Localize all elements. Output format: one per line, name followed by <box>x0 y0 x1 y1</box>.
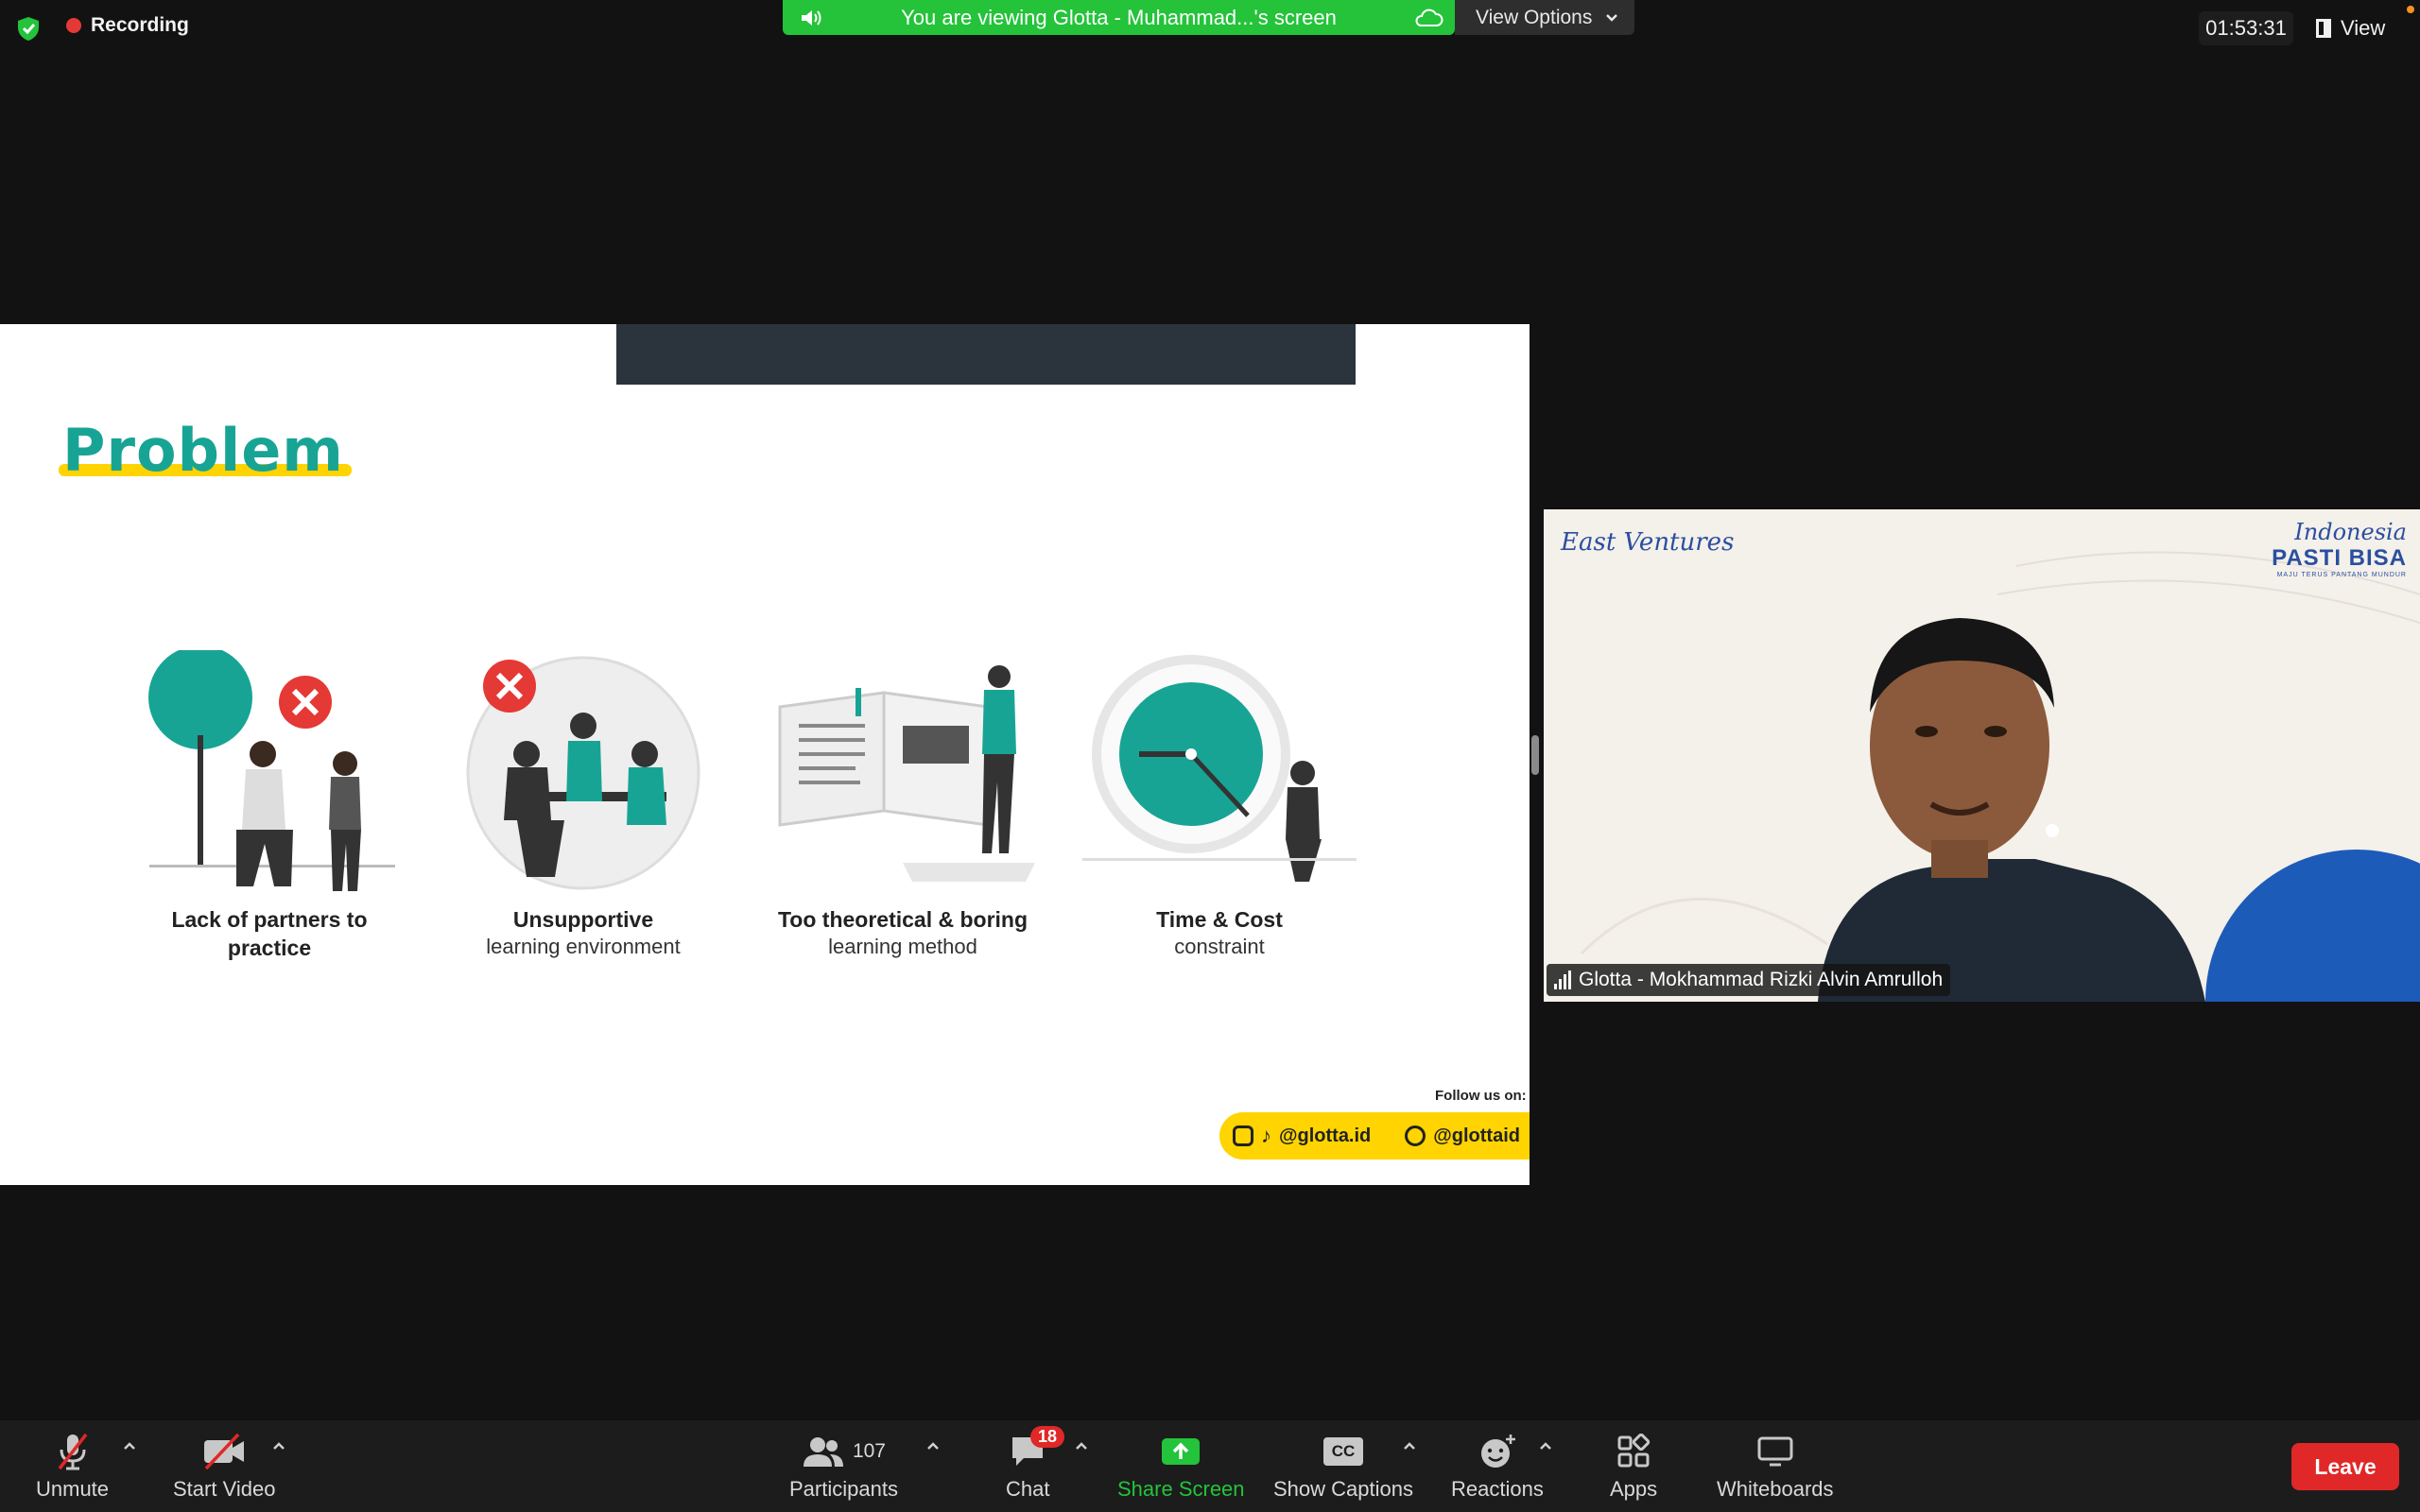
participant-name-tag: Glotta - Mokhammad Rizki Alvin Amrulloh <box>1547 964 1951 996</box>
recording-dot-icon <box>66 18 81 33</box>
problem-sub-environment: learning environment <box>486 935 681 958</box>
participants-label: Participants <box>789 1477 898 1501</box>
participants-icon-group: 107 <box>802 1430 886 1473</box>
signal-strength-icon <box>1554 971 1571 989</box>
logo-script: Indonesia <box>2294 519 2407 545</box>
slide-title: Problem <box>62 416 344 485</box>
apps-label: Apps <box>1610 1477 1658 1501</box>
whiteboards-label: Whiteboards <box>1717 1477 1834 1501</box>
slide-header-bar <box>616 324 1356 385</box>
chat-unread-badge: 18 <box>1030 1426 1065 1448</box>
status-dot <box>2407 6 2414 13</box>
chat-label: Chat <box>1006 1477 1050 1501</box>
viewing-banner: You are viewing Glotta - Muhammad...'s s… <box>783 0 1455 35</box>
share-screen-label: Share Screen <box>1117 1477 1245 1501</box>
apps-icon <box>1616 1430 1651 1473</box>
problem-item-partners: Lack of partners to practice <box>123 650 416 962</box>
audio-options-caret-icon[interactable] <box>123 1439 136 1452</box>
problem-item-time-cost: Time & Cost constraint <box>1073 650 1366 960</box>
participants-icon <box>803 1437 843 1467</box>
apps-button[interactable]: Apps <box>1610 1430 1657 1502</box>
view-options-button[interactable]: View Options <box>1455 0 1634 35</box>
leave-button[interactable]: Leave <box>2291 1443 2399 1490</box>
shared-screen: Problem Lack of partners to practice Uns… <box>0 324 1530 1185</box>
environment-illustration <box>466 656 700 890</box>
instagram-icon <box>1233 1125 1253 1146</box>
show-captions-label: Show Captions <box>1273 1477 1413 1501</box>
view-options-label: View Options <box>1476 6 1593 28</box>
view-label: View <box>2341 16 2386 40</box>
follow-us-label: Follow us on: <box>1435 1088 1527 1104</box>
meeting-toolbar: Unmute Start Video 107 Participants Chat… <box>0 1420 2420 1512</box>
captions-options-caret-icon[interactable] <box>1403 1439 1416 1452</box>
cloud-icon <box>1415 9 1443 26</box>
problem-item-theoretical: Too theoretical & boring learning method <box>756 650 1049 960</box>
share-screen-icon <box>1160 1430 1201 1473</box>
start-video-label: Start Video <box>173 1477 276 1501</box>
indonesia-pasti-bisa-logo: Indonesia PASTI BISA MAJU TERUS PANTANG … <box>2272 519 2407 578</box>
speaker-video-tile[interactable]: East Ventures Indonesia PASTI BISA MAJU … <box>1544 509 2420 1002</box>
participants-button[interactable]: 107 Participants <box>789 1430 898 1502</box>
problem-label-environment: Unsupportive <box>512 907 654 932</box>
video-options-caret-icon[interactable] <box>272 1439 285 1452</box>
logo-bold: PASTI BISA <box>2272 545 2407 571</box>
shield-icon[interactable] <box>15 15 42 42</box>
view-layout-icon <box>2316 19 2331 38</box>
participants-count: 107 <box>852 1440 886 1462</box>
panel-resize-handle[interactable] <box>1531 735 1539 775</box>
view-button[interactable]: View <box>2316 11 2385 45</box>
book-illustration <box>778 665 1035 882</box>
reactions-button[interactable]: Reactions <box>1451 1430 1544 1502</box>
captions-icon-text: CC <box>1322 1437 1363 1466</box>
tiktok-icon: ♪ <box>1261 1124 1271 1147</box>
reactions-options-caret-icon[interactable] <box>1539 1439 1552 1452</box>
problem-sub-time-cost: constraint <box>1174 935 1265 958</box>
participant-name: Glotta - Mokhammad Rizki Alvin Amrulloh <box>1579 969 1944 990</box>
partners-illustration <box>148 650 395 891</box>
whiteboard-icon <box>1756 1430 1794 1473</box>
clock-illustration <box>1082 655 1357 882</box>
whiteboards-button[interactable]: Whiteboards <box>1717 1430 1834 1502</box>
problem-label-time-cost: Time & Cost <box>1156 907 1283 932</box>
social-handles: ♪ @glotta.id @glottaid <box>1219 1112 1530 1160</box>
speaker-volume-icon[interactable] <box>800 8 824 28</box>
chat-options-caret-icon[interactable] <box>1075 1439 1088 1452</box>
logo-small: MAJU TERUS PANTANG MUNDUR <box>2276 572 2407 578</box>
reactions-icon <box>1478 1430 1517 1473</box>
recording-indicator[interactable]: Recording <box>66 14 189 37</box>
chat-bubble-icon <box>1405 1125 1426 1146</box>
recording-label: Recording <box>91 14 189 36</box>
unmute-button[interactable]: Unmute <box>36 1430 109 1502</box>
show-captions-button[interactable]: CC Show Captions <box>1273 1430 1413 1502</box>
video-off-icon <box>200 1430 248 1473</box>
viewing-text: You are viewing Glotta - Muhammad...'s s… <box>901 5 1337 29</box>
meeting-timer: 01:53:31 <box>2199 11 2293 45</box>
problem-item-environment: Unsupportive learning environment <box>437 650 730 960</box>
captions-icon: CC <box>1322 1430 1363 1473</box>
problem-label-theoretical: Too theoretical & boring <box>777 907 1028 932</box>
chevron-down-icon <box>1606 13 1618 22</box>
share-screen-button[interactable]: Share Screen <box>1117 1430 1245 1502</box>
handle-secondary: @glottaid <box>1433 1125 1520 1146</box>
unmute-label: Unmute <box>36 1477 110 1501</box>
reactions-label: Reactions <box>1451 1477 1544 1501</box>
participants-options-caret-icon[interactable] <box>926 1439 940 1452</box>
muted-microphone-icon <box>54 1430 92 1473</box>
problem-label-partners: Lack of partners to practice <box>171 907 368 960</box>
handle-primary: @glotta.id <box>1279 1125 1372 1146</box>
speaker-video-frame <box>1580 551 2420 1002</box>
start-video-button[interactable]: Start Video <box>173 1430 275 1502</box>
east-ventures-logo: East Ventures <box>1561 528 1735 557</box>
problem-sub-theoretical: learning method <box>828 935 977 958</box>
top-bar: Recording You are viewing Glotta - Muham… <box>0 0 2420 57</box>
